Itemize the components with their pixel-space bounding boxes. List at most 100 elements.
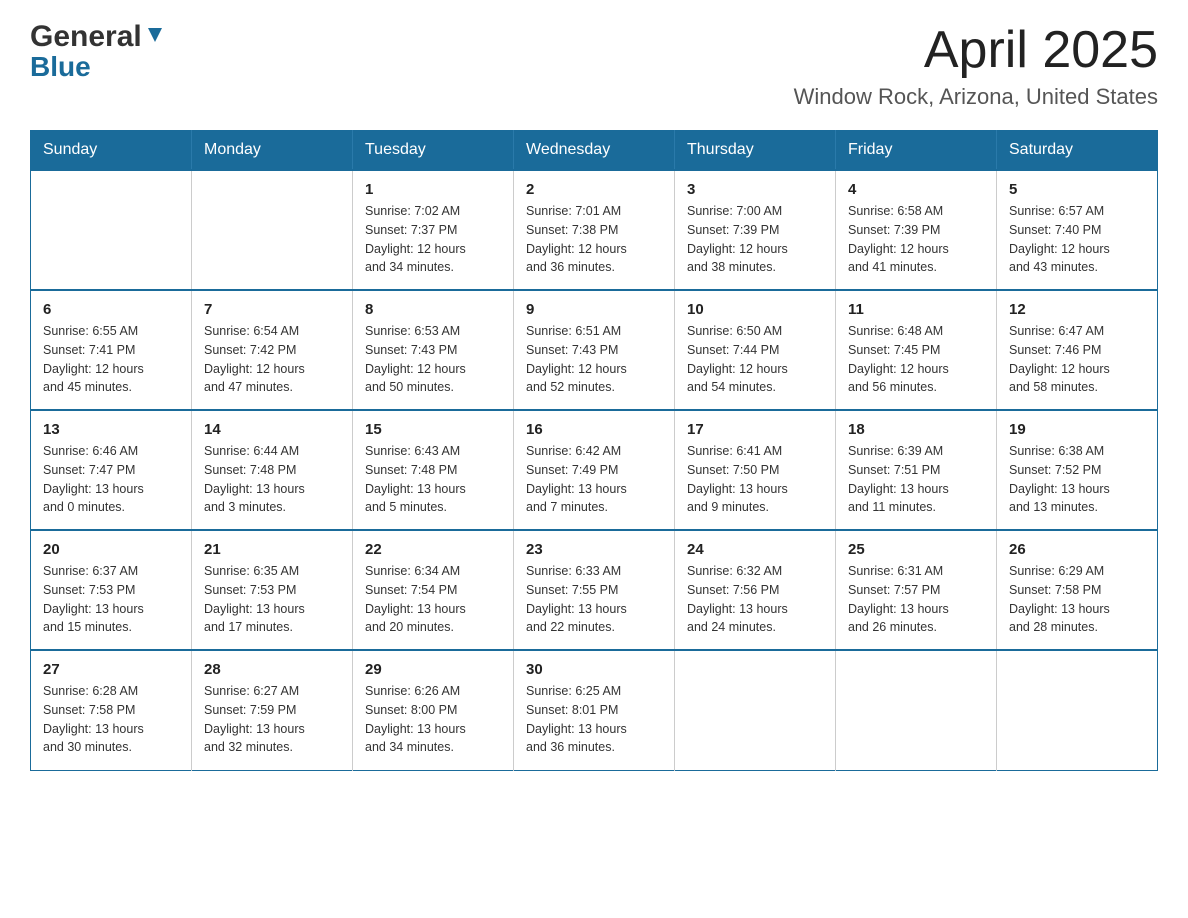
logo-general-text: General: [30, 20, 142, 53]
day-number: 17: [687, 421, 823, 438]
day-number: 10: [687, 301, 823, 318]
day-info: Sunrise: 6:50 AM Sunset: 7:44 PM Dayligh…: [687, 322, 823, 397]
calendar-cell: 25 Sunrise: 6:31 AM Sunset: 7:57 PM Dayli…: [836, 530, 997, 650]
day-info: Sunrise: 6:48 AM Sunset: 7:45 PM Dayligh…: [848, 322, 984, 397]
day-info: Sunrise: 7:02 AM Sunset: 7:37 PM Dayligh…: [365, 202, 501, 277]
day-number: 25: [848, 541, 984, 558]
calendar-week-row: 27 Sunrise: 6:28 AM Sunset: 7:58 PM Dayli…: [31, 650, 1158, 770]
calendar-cell: 9Sunrise: 6:51 AM Sunset: 7:43 PM Daylig…: [514, 290, 675, 410]
day-info: Sunrise: 6:55 AM Sunset: 7:41 PM Dayligh…: [43, 322, 179, 397]
day-number: 26: [1009, 541, 1145, 558]
calendar-cell: 16 Sunrise: 6:42 AM Sunset: 7:49 PM Dayli…: [514, 410, 675, 530]
day-info: Sunrise: 6:38 AM Sunset: 7:52 PM Dayligh…: [1009, 442, 1145, 517]
day-number: 30: [526, 661, 662, 678]
day-info: Sunrise: 6:34 AM Sunset: 7:54 PM Dayligh…: [365, 562, 501, 637]
day-info: Sunrise: 6:58 AM Sunset: 7:39 PM Dayligh…: [848, 202, 984, 277]
day-number: 14: [204, 421, 340, 438]
calendar-cell: 13 Sunrise: 6:46 AM Sunset: 7:47 PM Dayli…: [31, 410, 192, 530]
day-number: 5: [1009, 181, 1145, 198]
location-title: Window Rock, Arizona, United States: [794, 84, 1158, 110]
day-info: Sunrise: 6:39 AM Sunset: 7:51 PM Dayligh…: [848, 442, 984, 517]
calendar-table: SundayMondayTuesdayWednesdayThursdayFrid…: [30, 130, 1158, 771]
day-number: 28: [204, 661, 340, 678]
day-number: 13: [43, 421, 179, 438]
calendar-cell: 28 Sunrise: 6:27 AM Sunset: 7:59 PM Dayli…: [192, 650, 353, 770]
logo: General Blue: [30, 20, 166, 81]
day-number: 18: [848, 421, 984, 438]
calendar-cell: 14Sunrise: 6:44 AM Sunset: 7:48 PM Dayli…: [192, 410, 353, 530]
calendar-header-sunday: Sunday: [31, 131, 192, 171]
day-number: 12: [1009, 301, 1145, 318]
day-number: 21: [204, 541, 340, 558]
calendar-cell: 2 Sunrise: 7:01 AM Sunset: 7:38 PM Daylig…: [514, 170, 675, 290]
day-info: Sunrise: 7:00 AM Sunset: 7:39 PM Dayligh…: [687, 202, 823, 277]
calendar-cell: [836, 650, 997, 770]
day-number: 24: [687, 541, 823, 558]
day-number: 11: [848, 301, 984, 318]
calendar-header-saturday: Saturday: [997, 131, 1158, 171]
calendar-week-row: 20Sunrise: 6:37 AM Sunset: 7:53 PM Dayli…: [31, 530, 1158, 650]
calendar-cell: 18 Sunrise: 6:39 AM Sunset: 7:51 PM Dayli…: [836, 410, 997, 530]
day-number: 8: [365, 301, 501, 318]
calendar-cell: 17 Sunrise: 6:41 AM Sunset: 7:50 PM Dayli…: [675, 410, 836, 530]
day-number: 19: [1009, 421, 1145, 438]
day-info: Sunrise: 6:43 AM Sunset: 7:48 PM Dayligh…: [365, 442, 501, 517]
calendar-cell: 10 Sunrise: 6:50 AM Sunset: 7:44 PM Dayli…: [675, 290, 836, 410]
calendar-cell: 27 Sunrise: 6:28 AM Sunset: 7:58 PM Dayli…: [31, 650, 192, 770]
calendar-cell: 6 Sunrise: 6:55 AM Sunset: 7:41 PM Daylig…: [31, 290, 192, 410]
day-number: 23: [526, 541, 662, 558]
day-info: Sunrise: 6:26 AM Sunset: 8:00 PM Dayligh…: [365, 682, 501, 757]
calendar-cell: [675, 650, 836, 770]
calendar-cell: 24Sunrise: 6:32 AM Sunset: 7:56 PM Dayli…: [675, 530, 836, 650]
calendar-cell: [192, 170, 353, 290]
calendar-header-monday: Monday: [192, 131, 353, 171]
calendar-week-row: 6 Sunrise: 6:55 AM Sunset: 7:41 PM Daylig…: [31, 290, 1158, 410]
day-info: Sunrise: 6:28 AM Sunset: 7:58 PM Dayligh…: [43, 682, 179, 757]
calendar-cell: 8 Sunrise: 6:53 AM Sunset: 7:43 PM Daylig…: [353, 290, 514, 410]
day-number: 22: [365, 541, 501, 558]
day-info: Sunrise: 6:57 AM Sunset: 7:40 PM Dayligh…: [1009, 202, 1145, 277]
calendar-header-wednesday: Wednesday: [514, 131, 675, 171]
calendar-week-row: 1 Sunrise: 7:02 AM Sunset: 7:37 PM Daylig…: [31, 170, 1158, 290]
calendar-header-thursday: Thursday: [675, 131, 836, 171]
day-number: 3: [687, 181, 823, 198]
day-info: Sunrise: 6:53 AM Sunset: 7:43 PM Dayligh…: [365, 322, 501, 397]
calendar-cell: 3 Sunrise: 7:00 AM Sunset: 7:39 PM Daylig…: [675, 170, 836, 290]
calendar-cell: [997, 650, 1158, 770]
day-info: Sunrise: 7:01 AM Sunset: 7:38 PM Dayligh…: [526, 202, 662, 277]
day-number: 2: [526, 181, 662, 198]
day-info: Sunrise: 6:27 AM Sunset: 7:59 PM Dayligh…: [204, 682, 340, 757]
calendar-header-tuesday: Tuesday: [353, 131, 514, 171]
day-info: Sunrise: 6:42 AM Sunset: 7:49 PM Dayligh…: [526, 442, 662, 517]
calendar-cell: 29 Sunrise: 6:26 AM Sunset: 8:00 PM Dayli…: [353, 650, 514, 770]
title-block: April 2025 Window Rock, Arizona, United …: [794, 20, 1158, 110]
logo-name: General Blue: [30, 20, 166, 81]
page-header: General Blue April 2025 Window Rock, Ari…: [30, 20, 1158, 110]
day-number: 16: [526, 421, 662, 438]
day-info: Sunrise: 6:41 AM Sunset: 7:50 PM Dayligh…: [687, 442, 823, 517]
day-info: Sunrise: 6:51 AM Sunset: 7:43 PM Dayligh…: [526, 322, 662, 397]
calendar-header-friday: Friday: [836, 131, 997, 171]
day-info: Sunrise: 6:54 AM Sunset: 7:42 PM Dayligh…: [204, 322, 340, 397]
calendar-cell: 4 Sunrise: 6:58 AM Sunset: 7:39 PM Daylig…: [836, 170, 997, 290]
day-info: Sunrise: 6:29 AM Sunset: 7:58 PM Dayligh…: [1009, 562, 1145, 637]
logo-arrow-icon: [144, 24, 166, 46]
day-info: Sunrise: 6:31 AM Sunset: 7:57 PM Dayligh…: [848, 562, 984, 637]
day-number: 4: [848, 181, 984, 198]
logo-blue-text: Blue: [30, 53, 166, 81]
day-number: 20: [43, 541, 179, 558]
calendar-cell: 11 Sunrise: 6:48 AM Sunset: 7:45 PM Dayli…: [836, 290, 997, 410]
calendar-cell: 22 Sunrise: 6:34 AM Sunset: 7:54 PM Dayli…: [353, 530, 514, 650]
day-number: 27: [43, 661, 179, 678]
calendar-cell: 7 Sunrise: 6:54 AM Sunset: 7:42 PM Daylig…: [192, 290, 353, 410]
day-number: 6: [43, 301, 179, 318]
day-info: Sunrise: 6:46 AM Sunset: 7:47 PM Dayligh…: [43, 442, 179, 517]
calendar-cell: [31, 170, 192, 290]
calendar-cell: 15 Sunrise: 6:43 AM Sunset: 7:48 PM Dayli…: [353, 410, 514, 530]
calendar-cell: 1 Sunrise: 7:02 AM Sunset: 7:37 PM Daylig…: [353, 170, 514, 290]
calendar-header-row: SundayMondayTuesdayWednesdayThursdayFrid…: [31, 131, 1158, 171]
day-number: 1: [365, 181, 501, 198]
day-number: 15: [365, 421, 501, 438]
day-number: 29: [365, 661, 501, 678]
day-number: 7: [204, 301, 340, 318]
